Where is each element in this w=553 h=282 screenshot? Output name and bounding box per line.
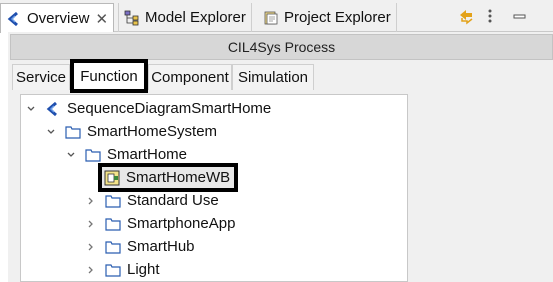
view-menu-icon[interactable]: [480, 6, 500, 26]
tree-item-label: Standard Use: [127, 192, 219, 209]
cil4sys-logo-icon: [45, 101, 61, 117]
chevron-right-icon[interactable]: [85, 264, 97, 276]
process-title: CIL4Sys Process: [10, 34, 553, 60]
chevron-down-icon[interactable]: [65, 149, 77, 161]
tree-item-label: Light: [127, 261, 160, 278]
chevron-right-icon[interactable]: [85, 218, 97, 230]
whitebox-icon: [104, 170, 120, 186]
tree-item-smarthub[interactable]: SmartHub: [85, 235, 195, 258]
view-tab-bar: Overview ✕ Model Explorer Project Explor…: [0, 0, 553, 33]
process-panel: CIL4Sys Process Service Function Compone…: [8, 32, 553, 282]
tree-item-standard-use[interactable]: Standard Use: [85, 189, 219, 212]
function-tree[interactable]: SequenceDiagramSmartHome SmartHomeSystem…: [20, 94, 408, 282]
tree-item-label: SmartHomeWB: [126, 169, 231, 186]
tab-service[interactable]: Service: [12, 64, 70, 90]
tab-function[interactable]: Function: [70, 59, 148, 93]
folder-icon: [105, 263, 121, 277]
tab-component[interactable]: Component: [148, 64, 232, 90]
tree-item-label: SmartHub: [127, 238, 195, 255]
tree-item-smartphoneapp[interactable]: SmartphoneApp: [85, 212, 235, 235]
minimize-icon[interactable]: [510, 6, 530, 26]
tab-overview[interactable]: Overview ✕: [0, 3, 115, 33]
tree-item-smarthomewb[interactable]: SmartHomeWB: [98, 163, 239, 192]
tree-item-sequencediagramsmarthome[interactable]: SequenceDiagramSmartHome: [25, 97, 271, 120]
tab-model-explorer-label: Model Explorer: [145, 9, 246, 26]
model-explorer-icon: [123, 9, 141, 27]
sync-arrows-icon[interactable]: [456, 6, 476, 26]
project-explorer-icon: [262, 9, 280, 27]
tree-item-label: SmartHomeSystem: [87, 123, 218, 140]
tab-project-explorer-label: Project Explorer: [284, 9, 391, 26]
folder-icon: [105, 194, 121, 208]
folder-icon: [105, 240, 121, 254]
chevron-right-icon[interactable]: [85, 241, 97, 253]
tree-item-label: SmartphoneApp: [127, 215, 236, 232]
folder-icon: [105, 217, 121, 231]
chevron-down-icon[interactable]: [25, 103, 37, 115]
tree-item-label: SmartHome: [107, 146, 188, 163]
folder-icon: [85, 148, 101, 162]
tab-project-explorer[interactable]: Project Explorer: [258, 3, 397, 32]
close-icon[interactable]: ✕: [96, 10, 109, 28]
folder-icon: [65, 125, 81, 139]
tab-simulation[interactable]: Simulation: [232, 64, 314, 90]
tree-item-light[interactable]: Light: [85, 258, 160, 281]
tab-model-explorer[interactable]: Model Explorer: [118, 3, 252, 32]
tree-item-label: SequenceDiagramSmartHome: [67, 100, 272, 117]
cil4sys-logo-icon: [5, 10, 23, 28]
tree-item-smarthomesystem[interactable]: SmartHomeSystem: [45, 120, 217, 143]
chevron-right-icon[interactable]: [85, 195, 97, 207]
process-sub-tabs: Service Function Component Simulation: [8, 59, 553, 93]
chevron-down-icon[interactable]: [45, 126, 57, 138]
tab-overview-label: Overview: [27, 10, 90, 27]
